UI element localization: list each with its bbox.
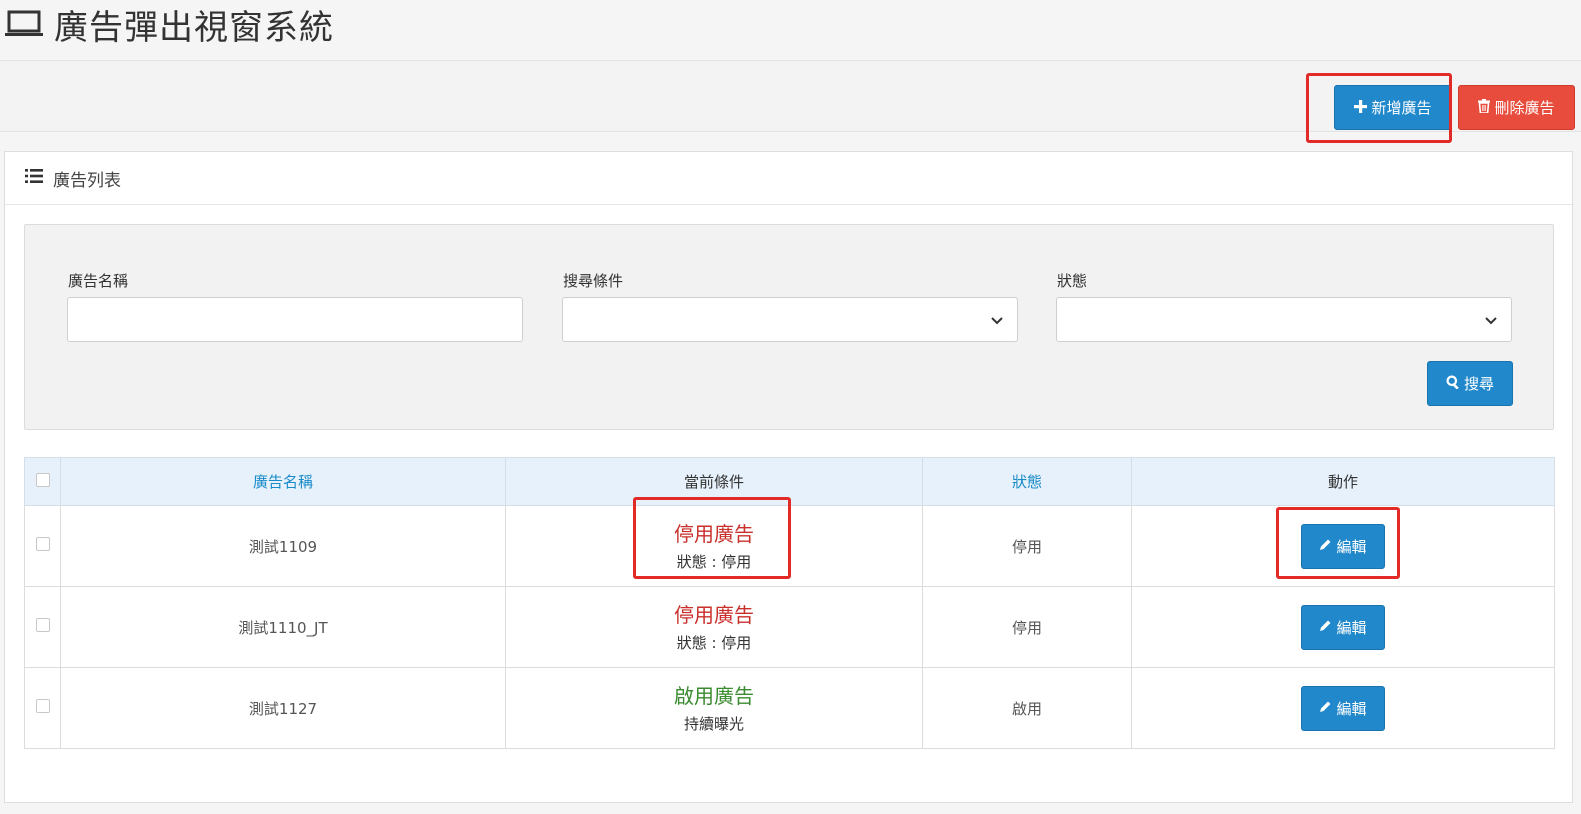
select-all-checkbox[interactable] [35,472,50,487]
row-status: 啟用 [922,667,1132,749]
row-condition-detail: 持續曝光 [683,714,744,733]
edit-button[interactable]: 編輯 [1301,523,1385,569]
pencil-icon [1319,537,1332,555]
chevron-down-icon [991,311,1003,329]
plus-icon [1354,99,1368,117]
row-checkbox[interactable] [35,618,50,632]
condition-filter-label: 搜尋條件 [563,272,624,290]
row-condition-cell: 停用廣告 狀態 : 停用 [505,586,923,668]
row-action-cell: 編輯 [1131,586,1555,668]
row-status: 停用 [922,505,1132,587]
list-icon [25,168,43,188]
delete-ad-label: 刪除廣告 [1494,99,1555,117]
row-select-cell [24,586,61,668]
row-checkbox[interactable] [35,537,50,551]
edit-label: 編輯 [1336,618,1367,637]
panel-title: 廣告列表 [53,170,121,191]
delete-ad-button[interactable]: 刪除廣告 [1458,85,1575,130]
edit-button[interactable]: 編輯 [1301,604,1385,650]
add-ad-button[interactable]: 新增廣告 [1334,85,1452,130]
header-name[interactable]: 廣告名稱 [60,457,506,506]
table-row: 測試1109 停用廣告 狀態 : 停用 停用 編輯 [24,505,1555,587]
table-row: 測試1127 啟用廣告 持續曝光 啟用 編輯 [24,667,1555,749]
laptop-icon [4,9,44,39]
row-status: 停用 [922,586,1132,668]
header-condition: 當前條件 [505,457,923,506]
row-condition-detail: 狀態 : 停用 [676,552,752,571]
edit-label: 編輯 [1336,699,1367,718]
trash-icon [1478,98,1491,117]
row-condition-cell: 停用廣告 狀態 : 停用 [505,505,923,587]
row-condition-detail: 狀態 : 停用 [676,633,752,652]
row-name: 測試1110_JT [60,586,506,668]
row-checkbox[interactable] [35,699,50,713]
status-filter-select[interactable] [1056,297,1512,342]
add-ad-label: 新增廣告 [1371,99,1432,117]
edit-label: 編輯 [1336,537,1367,556]
edit-button[interactable]: 編輯 [1301,685,1385,731]
chevron-down-icon [1485,311,1497,329]
search-button[interactable]: 搜尋 [1427,361,1513,406]
pencil-icon [1319,699,1332,717]
search-icon [1446,375,1460,393]
row-select-cell [24,667,61,749]
row-name: 測試1127 [60,667,506,749]
row-select-cell [24,505,61,587]
page-title-text: 廣告彈出視窗系統 [54,7,334,48]
status-filter-label: 狀態 [1057,272,1088,290]
table-header-row: 廣告名稱 當前條件 狀態 動作 [24,457,1555,506]
name-filter-label: 廣告名稱 [68,272,129,290]
name-filter-input[interactable] [67,297,523,342]
condition-filter-select[interactable] [562,297,1018,342]
row-name: 測試1109 [60,505,506,587]
row-action-cell: 編輯 [1131,505,1555,587]
select-all-cell [24,457,61,506]
row-action-cell: 編輯 [1131,667,1555,749]
row-condition: 停用廣告 [674,521,754,546]
table-row: 測試1110_JT 停用廣告 狀態 : 停用 停用 編輯 [24,586,1555,668]
row-condition-cell: 啟用廣告 持續曝光 [505,667,923,749]
row-condition: 啟用廣告 [674,683,754,708]
panel-header: 廣告列表 [5,152,1572,205]
page-title: 廣告彈出視窗系統 [4,0,334,48]
header-status[interactable]: 狀態 [922,457,1132,506]
search-label: 搜尋 [1463,375,1494,393]
header-action: 動作 [1131,457,1555,506]
row-condition: 停用廣告 [674,602,754,627]
pencil-icon [1319,618,1332,636]
ad-table: 廣告名稱 當前條件 狀態 動作 測試1109 停用廣告 狀態 : 停用 停用 編… [24,457,1555,749]
